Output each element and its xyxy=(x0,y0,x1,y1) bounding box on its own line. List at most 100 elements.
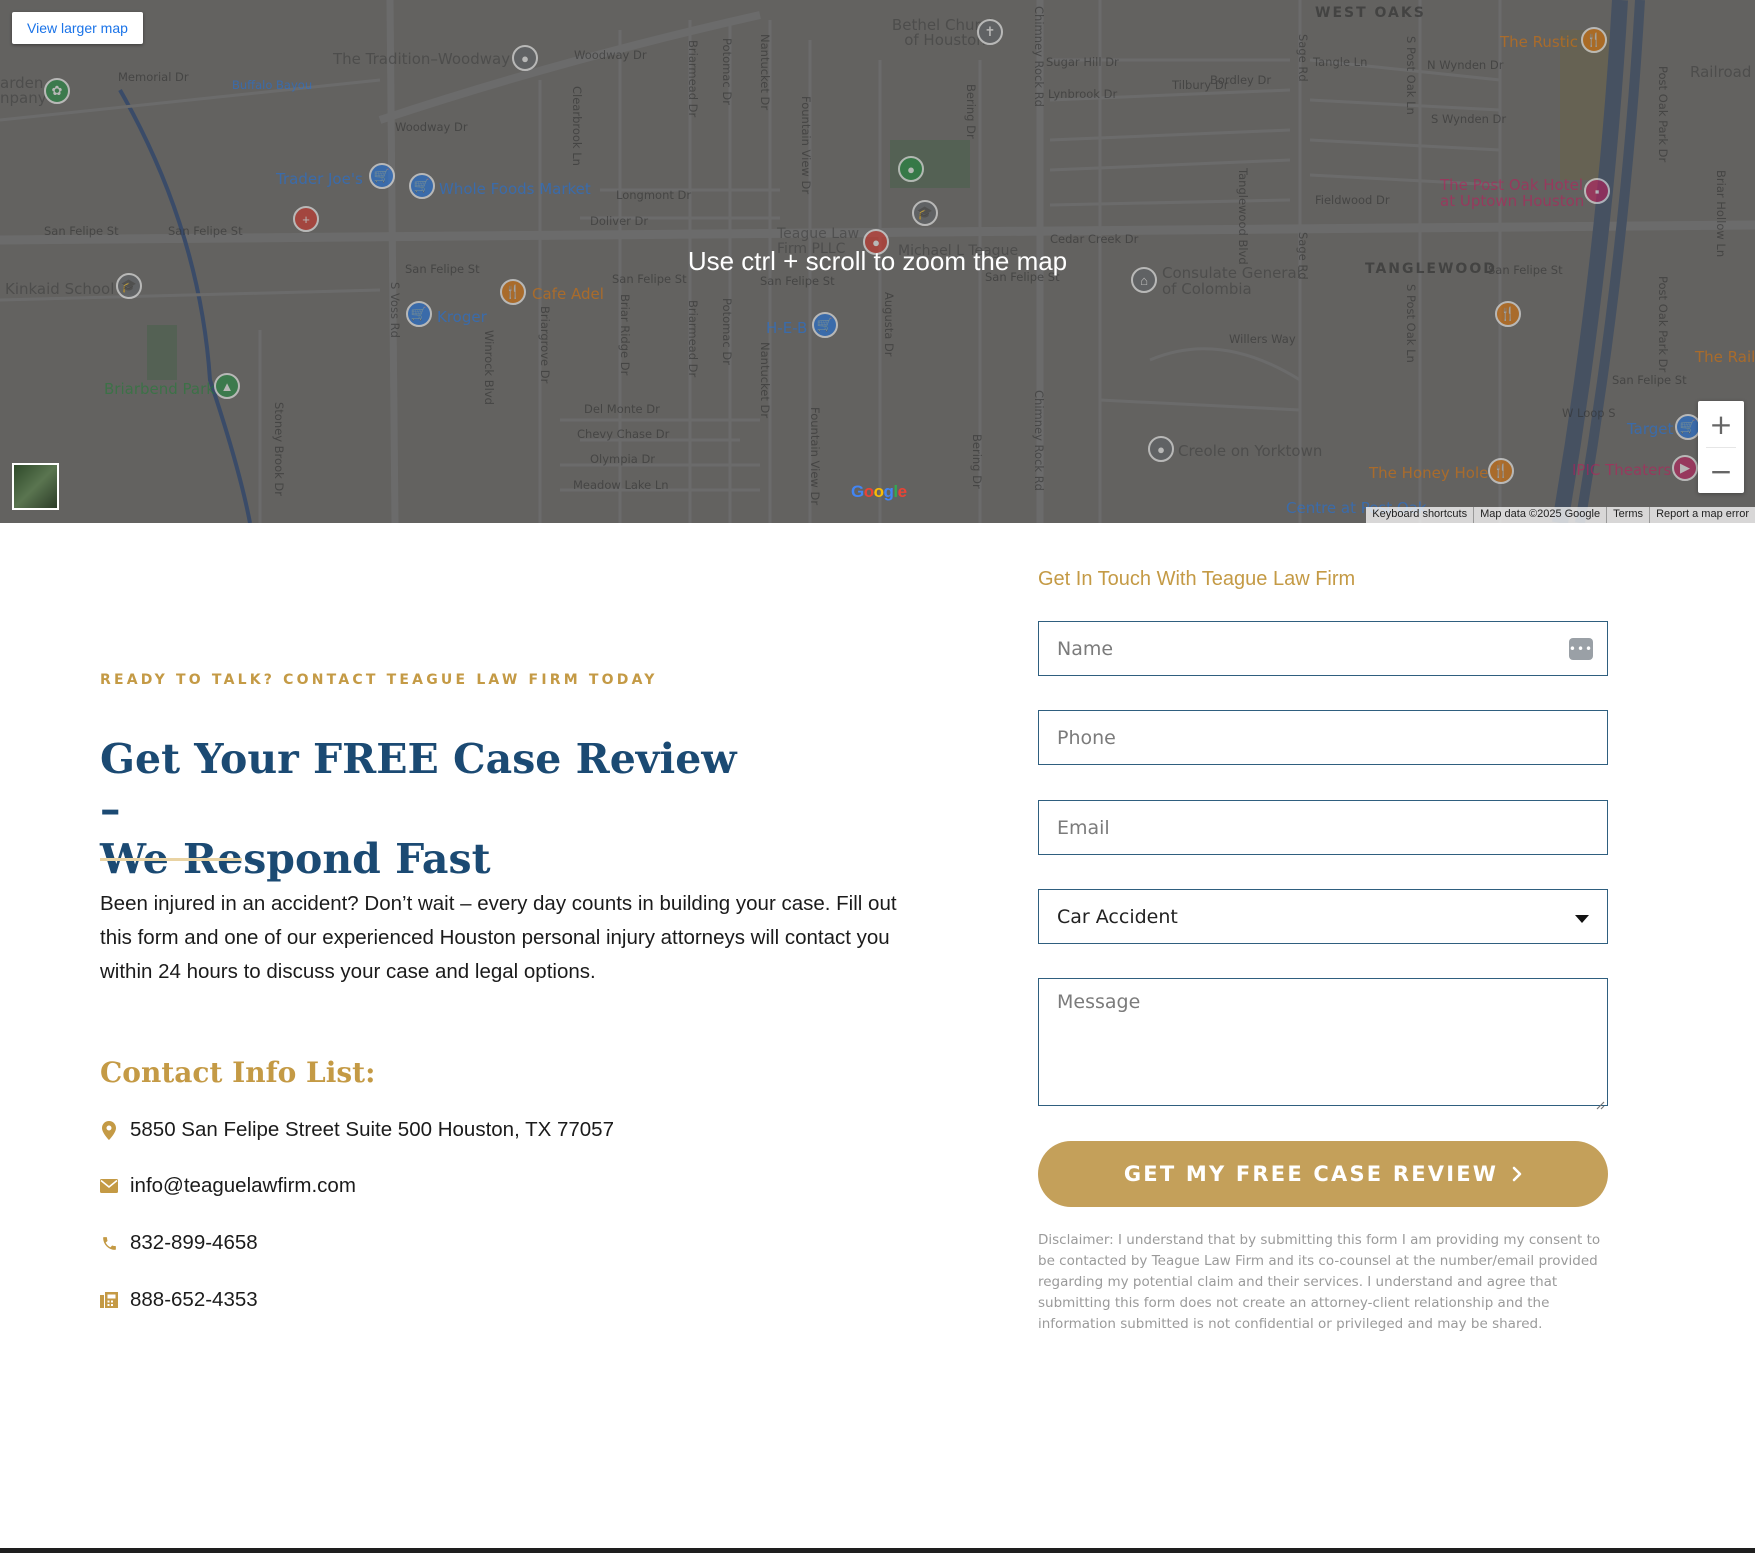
message-textarea[interactable]: Message xyxy=(1038,978,1608,1110)
place-label: Whole Foods Market xyxy=(439,180,591,198)
phone-link[interactable]: 832-899-4658 xyxy=(130,1231,258,1255)
place-label: Kroger xyxy=(437,308,487,326)
report-map-error-link[interactable]: Report a map error xyxy=(1649,507,1755,523)
restaurant-pin-icon[interactable]: 🍴 xyxy=(500,279,526,305)
resize-handle-icon[interactable] xyxy=(1595,1093,1605,1110)
street-label: Nantucket Dr xyxy=(758,34,772,111)
place-label: arden npany xyxy=(0,74,47,107)
street-label: Chimney Rock Rd xyxy=(1032,6,1046,107)
medical-pin-icon[interactable]: + xyxy=(293,206,319,232)
contact-phone[interactable]: 832-899-4658 xyxy=(100,1231,258,1255)
place-label: Cafe Adel xyxy=(532,285,604,303)
fax-text: 888-652-4353 xyxy=(130,1288,258,1311)
street-label: Woodway Dr xyxy=(574,48,647,62)
place-label: Briarbend Park xyxy=(104,380,215,398)
submit-label: GET MY FREE CASE REVIEW xyxy=(1123,1162,1499,1186)
email-field[interactable]: Email xyxy=(1038,800,1608,855)
park-pin-icon[interactable]: ● xyxy=(898,156,924,182)
restaurant-pin-icon[interactable]: 🍴 xyxy=(1581,27,1607,53)
street-label: Winrock Blvd xyxy=(482,330,496,405)
street-label: Tangle Ln xyxy=(1313,55,1368,69)
email-link[interactable]: info@teaguelawfirm.com xyxy=(130,1174,356,1198)
case-type-select[interactable]: Car Accident xyxy=(1038,889,1608,944)
headline-divider xyxy=(100,858,242,861)
poi-pin-icon[interactable]: ● xyxy=(512,45,538,71)
street-label: Bering Dr xyxy=(964,84,978,139)
satellite-toggle-thumbnail[interactable] xyxy=(12,463,59,510)
street-label: Chimney Rock Rd xyxy=(1032,390,1046,491)
contact-address: 5850 San Felipe Street Suite 500 Houston… xyxy=(100,1118,614,1142)
street-label: W Loop S xyxy=(1562,406,1616,420)
zoom-in-button[interactable]: + xyxy=(1698,401,1744,447)
map-data-text: Map data ©2025 Google xyxy=(1473,507,1606,523)
street-label: Cedar Creek Dr xyxy=(1050,232,1139,246)
chevron-down-icon xyxy=(1575,906,1589,928)
street-label: Chevy Chase Dr xyxy=(577,427,670,441)
place-label: Railroad xyxy=(1690,63,1752,81)
street-label: Post Oak Park Dr xyxy=(1656,66,1670,163)
street-label: Woodway Dr xyxy=(395,120,468,134)
phone-field[interactable]: Phone xyxy=(1038,710,1608,765)
keyboard-shortcuts-link[interactable]: Keyboard shortcuts xyxy=(1366,507,1473,523)
shopping-pin-icon[interactable]: 🛒 xyxy=(406,301,432,327)
restaurant-pin-icon[interactable]: 🍴 xyxy=(1488,458,1514,484)
school-pin-icon[interactable]: 🎓 xyxy=(912,200,938,226)
phone-icon xyxy=(100,1233,118,1253)
street-label: Fountain View Dr xyxy=(808,407,822,506)
restaurant-pin-icon[interactable]: 🍴 xyxy=(1495,301,1521,327)
page-headline: Get Your FREE Case Review – We Respond F… xyxy=(100,734,740,884)
street-label: Briargrove Dr xyxy=(538,306,552,384)
email-placeholder: Email xyxy=(1057,816,1110,839)
street-label: S Post Oak Ln xyxy=(1404,284,1418,363)
theater-pin-icon[interactable]: ▶ xyxy=(1672,455,1698,481)
place-label: Kinkaid School xyxy=(5,280,115,298)
park-pin-icon[interactable]: ▲ xyxy=(214,373,240,399)
place-label: H-E-B xyxy=(766,319,808,337)
park-pin-icon[interactable]: ✿ xyxy=(44,78,70,104)
google-logo: Google xyxy=(851,482,907,501)
place-label: Target xyxy=(1627,420,1674,438)
street-label: Briarmead Dr xyxy=(686,300,700,378)
name-field[interactable]: Name ••• xyxy=(1038,621,1608,676)
map-pin-icon xyxy=(100,1120,118,1140)
street-label: S Voss Rd xyxy=(388,282,402,338)
terms-link[interactable]: Terms xyxy=(1606,507,1649,523)
place-label: The Post Oak Hotel at Uptown Houston xyxy=(1440,176,1585,210)
address-text: 5850 San Felipe Street Suite 500 Houston… xyxy=(130,1118,614,1141)
poi-pin-icon[interactable]: ● xyxy=(1148,436,1174,462)
contact-email[interactable]: info@teaguelawfirm.com xyxy=(100,1174,356,1198)
form-title: Get In Touch With Teague Law Firm xyxy=(1038,568,1356,590)
place-label: The Honey Hole xyxy=(1369,464,1489,482)
street-label: Buffalo Bayou xyxy=(232,78,313,92)
street-label: Memorial Dr xyxy=(118,70,189,84)
street-label: Clearbrook Ln xyxy=(570,86,584,166)
street-label: Willers Way xyxy=(1229,332,1296,346)
shopping-pin-icon[interactable]: 🛒 xyxy=(369,163,395,189)
zoom-out-button[interactable]: − xyxy=(1698,448,1744,494)
church-pin-icon[interactable]: ✝ xyxy=(977,19,1003,45)
street-label: Olympia Dr xyxy=(590,452,656,466)
street-label: Lynbrook Dr xyxy=(1048,87,1118,101)
street-label: San Felipe St xyxy=(168,224,243,238)
street-label: Potomac Dr xyxy=(720,38,734,105)
street-label: Meadow Lake Ln xyxy=(573,478,669,492)
place-label: The Rail xyxy=(1695,348,1755,366)
case-type-value: Car Accident xyxy=(1057,905,1178,928)
street-label: Briar Ridge Dr xyxy=(618,294,632,376)
view-larger-map-link[interactable]: View larger map xyxy=(12,12,143,44)
street-label: Briar Hollow Ln xyxy=(1714,170,1728,258)
area-label: WEST OAKS xyxy=(1315,5,1426,21)
hotel-pin-icon[interactable]: ▪ xyxy=(1584,178,1610,204)
place-label: The Tradition–Woodway xyxy=(333,50,511,68)
name-placeholder: Name xyxy=(1057,637,1114,660)
embedded-google-map[interactable]: The Tradition–Woodway Bethel Church of H… xyxy=(0,0,1755,523)
street-label: S Post Oak Ln xyxy=(1404,36,1418,115)
shopping-pin-icon[interactable]: 🛒 xyxy=(812,312,838,338)
contact-info-title: Contact Info List: xyxy=(100,1056,376,1089)
shopping-pin-icon[interactable]: 🛒 xyxy=(409,173,435,199)
street-label: Briarmead Dr xyxy=(686,40,700,118)
map-attribution-bar: Keyboard shortcuts Map data ©2025 Google… xyxy=(1366,507,1755,523)
submit-button[interactable]: GET MY FREE CASE REVIEW xyxy=(1038,1141,1608,1207)
street-label: Nantucket Dr xyxy=(758,342,772,419)
autofill-icon[interactable]: ••• xyxy=(1569,638,1593,660)
